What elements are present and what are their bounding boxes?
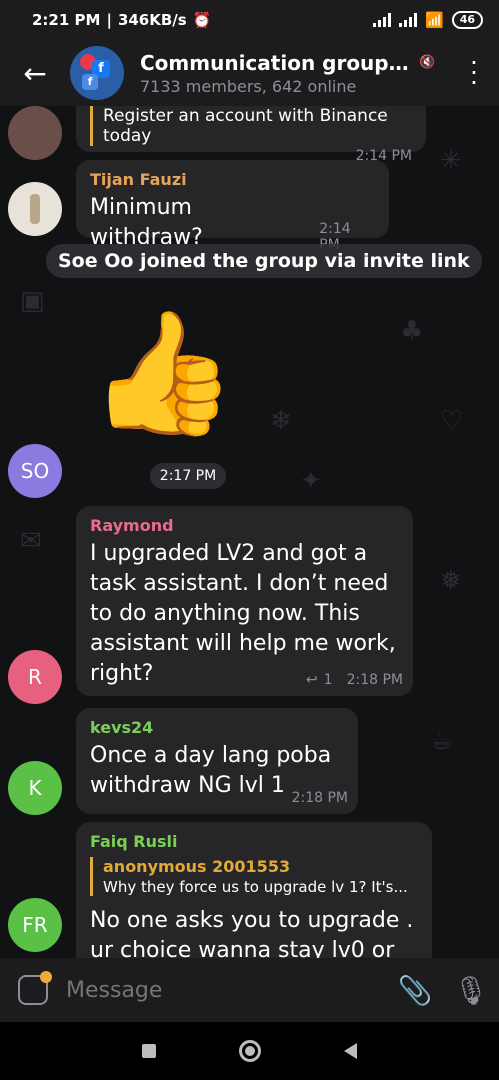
reply-count[interactable]: 1 (324, 672, 333, 688)
doodle-snow-icon: ❅ (440, 566, 462, 596)
network-speed: 346KB/s (117, 11, 187, 29)
message-input[interactable] (66, 977, 387, 1003)
group-name: Communication group 0... (140, 50, 410, 75)
avatar[interactable] (8, 106, 62, 160)
member-count: 7133 members, 642 online (140, 76, 357, 96)
message-time: 2:17 PM (150, 463, 226, 489)
reply-preview[interactable]: Register an account with Binance today (90, 106, 412, 146)
more-options-icon[interactable]: · · · (449, 51, 499, 95)
message-text: I upgraded LV2 and got a task assistant.… (90, 541, 396, 686)
doodle-tree-icon: ♣ (400, 316, 424, 346)
avatar[interactable]: R (8, 650, 62, 704)
system-message: Soe Oo joined the group via invite link (46, 244, 482, 278)
sender-name[interactable]: Tijan Fauzi (90, 170, 375, 189)
doodle-camera-icon: ▣ (20, 286, 45, 316)
avatar[interactable]: SO (8, 444, 62, 498)
notification-dot (40, 971, 52, 983)
reply-text: Register an account with Binance today (103, 106, 388, 146)
chat-area[interactable]: ✳ ♣ ▣ ❄ ♡ ✦ ✉ ❅ ☕ Register an account wi… (0, 106, 499, 958)
signal-icon-2 (399, 13, 417, 27)
sender-name[interactable]: kevs24 (90, 718, 344, 737)
battery-indicator: 46 (451, 11, 483, 29)
message-bubble[interactable]: Raymond I upgraded LV2 and got a task as… (76, 506, 413, 696)
recent-apps-icon[interactable] (141, 1044, 156, 1058)
doodle-reindeer-icon: ✦ (300, 466, 322, 496)
nav-back-icon[interactable] (344, 1043, 358, 1059)
thumbs-up-sticker[interactable]: 👍 (88, 304, 237, 444)
message-time: 2:18 PM (346, 672, 403, 688)
avatar[interactable]: K (8, 761, 62, 815)
message-bubble[interactable]: Faiq Rusli anonymous 2001553 Why they fo… (76, 822, 432, 958)
message-time: 2:18 PM (291, 790, 348, 806)
status-bar: 2:21 PM | 346KB/s ⏰ 📶 46 (0, 0, 499, 40)
message-bubble[interactable]: Tijan Fauzi Minimum withdraw? 2:14 PM (76, 160, 389, 253)
reply-preview[interactable]: anonymous 2001553 Why they force us to u… (90, 857, 418, 896)
reply-arrow-icon[interactable]: ↩ (306, 672, 318, 688)
reply-text: Why they force us to upgrade lv 1? It's.… (103, 878, 408, 896)
signal-icon (373, 13, 391, 27)
status-time: 2:21 PM (32, 11, 101, 29)
message-input-bar: 📎 🎙 (0, 958, 499, 1022)
group-title-area[interactable]: Communication group 0... 🔇 7133 members,… (140, 51, 449, 96)
message-text: No one asks you to upgrade . ur choice w… (90, 908, 414, 958)
group-avatar[interactable]: f f (70, 46, 124, 100)
chat-header: ← f f Communication group 0... 🔇 7133 me… (0, 40, 499, 106)
doodle-star-icon: ✳ (440, 146, 462, 176)
home-icon[interactable] (238, 1040, 261, 1062)
emoji-sticker-button[interactable] (0, 971, 66, 1005)
system-nav-bar (0, 1022, 499, 1080)
message-bubble[interactable]: Register an account with Binance today 2… (76, 106, 426, 164)
sender-name[interactable]: Raymond (90, 516, 399, 535)
sender-name[interactable]: Faiq Rusli (90, 832, 418, 851)
avatar[interactable] (8, 182, 62, 236)
facebook-icon-small: f (82, 74, 98, 90)
doodle-cup-icon: ☕ (430, 726, 454, 756)
back-arrow-icon[interactable]: ← (0, 57, 70, 90)
doodle-ornament-icon: ❄ (270, 406, 292, 436)
wifi-icon: 📶 (425, 11, 444, 29)
alarm-icon: ⏰ (192, 11, 212, 29)
message-bubble[interactable]: kevs24 Once a day lang poba withdraw NG … (76, 708, 358, 814)
reply-name: anonymous 2001553 (103, 857, 291, 876)
avatar[interactable]: FR (8, 898, 62, 952)
attach-paperclip-icon[interactable]: 📎 (387, 974, 443, 1007)
doodle-heart-icon: ♡ (440, 406, 464, 436)
microphone-icon[interactable]: 🎙 (443, 974, 499, 1007)
mute-icon: 🔇 (419, 55, 436, 70)
doodle-letter-icon: ✉ (20, 526, 42, 556)
